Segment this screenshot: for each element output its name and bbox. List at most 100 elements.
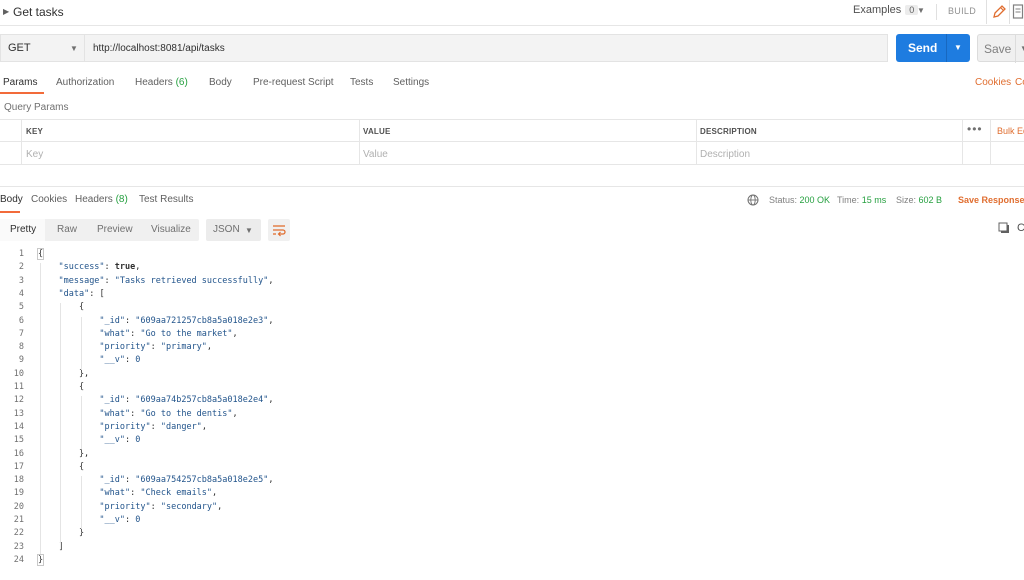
code-text: "__v": 0: [99, 515, 141, 525]
save-button[interactable]: Save ▼: [977, 34, 1024, 63]
format-visualize[interactable]: Visualize: [140, 219, 199, 241]
globe-icon[interactable]: [747, 194, 759, 206]
documentation-icon[interactable]: [1012, 3, 1024, 21]
send-options-chevron-icon[interactable]: ▼: [954, 43, 962, 52]
code-line: 24}: [0, 554, 1024, 567]
code-line: 14 "priority": "danger",: [0, 421, 1024, 434]
line-number: 15: [13, 435, 24, 446]
value-input[interactable]: Value: [363, 149, 388, 160]
format-raw[interactable]: Raw: [47, 219, 84, 241]
description-input[interactable]: Description: [700, 149, 750, 160]
key-input[interactable]: Key: [26, 149, 43, 160]
active-tab-indicator: [0, 211, 20, 213]
line-number: 16: [13, 448, 24, 459]
divider: [21, 120, 22, 165]
time-value: 15 ms: [861, 195, 887, 205]
line-number: 13: [13, 408, 24, 419]
divider: [946, 34, 947, 62]
tab-response-headers[interactable]: Headers (8): [75, 194, 128, 205]
tab-pre-request-script[interactable]: Pre-request Script: [253, 77, 334, 88]
save-label: Save: [984, 42, 1012, 56]
code-line: 3 "message": "Tasks retrieved successful…: [0, 275, 1024, 288]
wrap-lines-button[interactable]: [268, 219, 290, 241]
tab-response-body[interactable]: Body: [0, 194, 23, 205]
code-link[interactable]: Co: [1015, 77, 1024, 88]
line-number: 20: [13, 501, 24, 512]
status-readout: Status: 200 OK: [769, 195, 831, 205]
format-pretty[interactable]: Pretty: [0, 219, 45, 241]
code-line: 6 "_id": "609aa721257cb8a5a018e2e3",: [0, 315, 1024, 328]
divider: [990, 120, 991, 165]
format-preview[interactable]: Preview: [86, 219, 138, 241]
method-select[interactable]: GET ▼: [0, 34, 84, 62]
code-text: "message": "Tasks retrieved successfully…: [58, 275, 274, 286]
line-number: 11: [13, 382, 24, 392]
line-number: 6: [18, 315, 24, 326]
url-input[interactable]: http://localhost:8081/api/tasks: [84, 34, 888, 62]
code-line: 1{: [0, 248, 1024, 261]
bracket-match-highlight: [37, 553, 44, 566]
line-number: 9: [18, 355, 24, 366]
code-text: "success": true,: [58, 262, 141, 273]
request-title-bar: ▶ Get tasks Examples 0 ▼ BUILD: [0, 0, 1024, 26]
indent-guide: [60, 303, 62, 543]
tab-response-cookies[interactable]: Cookies: [31, 194, 67, 205]
bracket-match-highlight: [37, 248, 44, 260]
column-header-key: KEY: [26, 127, 44, 136]
tab-headers[interactable]: Headers (6): [135, 77, 188, 88]
column-header-description: DESCRIPTION: [700, 127, 757, 136]
language-value: JSON: [213, 224, 240, 235]
line-number: 23: [13, 541, 24, 552]
line-number: 8: [18, 342, 24, 353]
tab-body[interactable]: Body: [209, 77, 232, 88]
line-number: 1: [18, 249, 24, 259]
request-name[interactable]: Get tasks: [13, 5, 64, 19]
code-text: "priority": "primary",: [99, 342, 213, 353]
url-value: http://localhost:8081/api/tasks: [93, 43, 225, 54]
code-line: 12 "_id": "609aa74b257cb8a5a018e2e4",: [0, 394, 1024, 407]
indent-guide: [80, 396, 82, 450]
tab-test-results[interactable]: Test Results: [139, 194, 193, 205]
size-readout: Size: 602 B: [896, 195, 943, 205]
tab-authorization[interactable]: Authorization: [56, 77, 114, 88]
more-options-icon[interactable]: •••: [967, 122, 983, 136]
time-readout: Time: 15 ms: [837, 195, 887, 205]
response-body-viewer[interactable]: 1{2 "success": true, 3 "message": "Tasks …: [0, 248, 1024, 578]
line-number: 7: [18, 328, 24, 339]
code-line: 4 "data": [: [0, 288, 1024, 301]
code-text: "data": [: [58, 288, 105, 299]
save-response-button[interactable]: Save Response: [958, 195, 1024, 205]
code-line: 9 "__v": 0: [0, 354, 1024, 367]
response-tabs: Body Cookies Headers (8) Test Results St…: [0, 186, 1024, 214]
build-mode-button[interactable]: BUILD: [948, 6, 976, 16]
code-line: 18 "_id": "609aa754257cb8a5a018e2e5",: [0, 474, 1024, 487]
status-value: 200 OK: [799, 195, 831, 205]
examples-dropdown-icon[interactable]: ▼: [917, 6, 925, 15]
bulk-edit-link[interactable]: Bulk Ed: [997, 126, 1024, 136]
code-text: },: [38, 368, 90, 379]
code-text: "what": "Check emails",: [99, 488, 218, 499]
copy-icon[interactable]: [998, 222, 1010, 234]
cookies-link[interactable]: Cookies: [975, 77, 1011, 88]
request-tabs: Params Authorization Headers (6) Body Pr…: [0, 72, 1024, 94]
line-number: 10: [13, 368, 24, 379]
tab-tests[interactable]: Tests: [350, 77, 373, 88]
divider: [962, 120, 963, 165]
query-params-title: Query Params: [4, 102, 69, 113]
examples-button[interactable]: Examples 0: [853, 4, 919, 16]
code-text: "_id": "609aa74b257cb8a5a018e2e4",: [99, 395, 274, 406]
language-select[interactable]: JSON ▼: [206, 219, 261, 241]
line-number: 21: [13, 515, 24, 525]
code-line: 19 "what": "Check emails",: [0, 487, 1024, 500]
code-line: 21 "__v": 0: [0, 514, 1024, 527]
save-options-chevron-icon[interactable]: ▼: [1020, 44, 1024, 53]
chevron-down-icon: ▼: [245, 226, 253, 235]
tab-params[interactable]: Params: [3, 77, 37, 88]
edit-pencil-icon[interactable]: [986, 0, 1010, 24]
copy-label[interactable]: C: [1017, 222, 1024, 234]
query-params-table: KEY VALUE DESCRIPTION ••• Bulk Ed Key Va…: [0, 119, 1024, 165]
code-text: "priority": "secondary",: [99, 501, 223, 512]
tab-settings[interactable]: Settings: [393, 77, 429, 88]
send-button[interactable]: Send ▼: [896, 34, 970, 62]
collapse-caret-icon[interactable]: ▶: [3, 7, 9, 16]
